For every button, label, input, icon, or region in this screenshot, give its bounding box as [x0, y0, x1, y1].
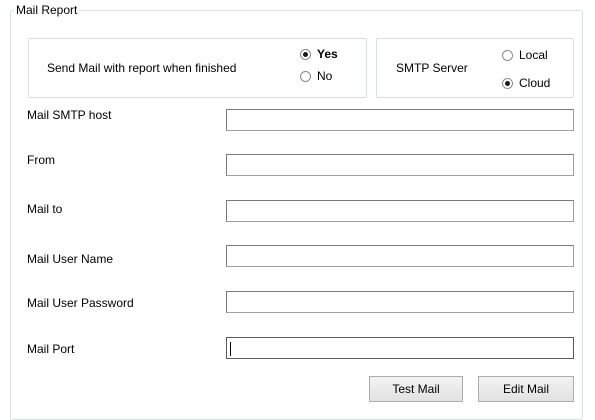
- radio-unchecked-icon: [502, 49, 513, 61]
- smtp-server-label: SMTP Server: [396, 61, 468, 75]
- smtp-local-radio[interactable]: Local: [502, 48, 548, 62]
- from-input[interactable]: [226, 154, 574, 176]
- radio-checked-icon: [300, 48, 311, 60]
- user-password-input[interactable]: [226, 291, 574, 313]
- from-label: From: [27, 153, 55, 167]
- send-mail-label: Send Mail with report when finished: [47, 61, 237, 75]
- radio-checked-icon: [502, 77, 513, 89]
- mail-to-input[interactable]: [226, 200, 574, 222]
- edit-mail-button[interactable]: Edit Mail: [478, 376, 574, 402]
- user-name-label: Mail User Name: [27, 252, 114, 266]
- radio-unchecked-icon: [300, 70, 311, 82]
- smtp-cloud-label: Cloud: [519, 76, 551, 90]
- mail-report-group-title: Mail Report: [14, 3, 80, 17]
- send-mail-yes-radio[interactable]: Yes: [300, 47, 338, 61]
- send-mail-yes-label: Yes: [317, 47, 338, 61]
- smtp-host-label: Mail SMTP host: [27, 108, 112, 122]
- user-name-input[interactable]: [226, 245, 574, 267]
- user-password-label: Mail User Password: [27, 296, 134, 310]
- smtp-host-input[interactable]: [226, 109, 574, 131]
- send-mail-no-label: No: [317, 69, 333, 83]
- send-mail-no-radio[interactable]: No: [300, 69, 332, 83]
- mail-to-label: Mail to: [27, 202, 63, 216]
- mail-port-label: Mail Port: [27, 342, 75, 356]
- smtp-cloud-radio[interactable]: Cloud: [502, 76, 550, 90]
- smtp-local-label: Local: [519, 48, 548, 62]
- test-mail-button[interactable]: Test Mail: [369, 376, 463, 402]
- mail-port-input[interactable]: [226, 337, 574, 359]
- text-caret: [230, 342, 231, 356]
